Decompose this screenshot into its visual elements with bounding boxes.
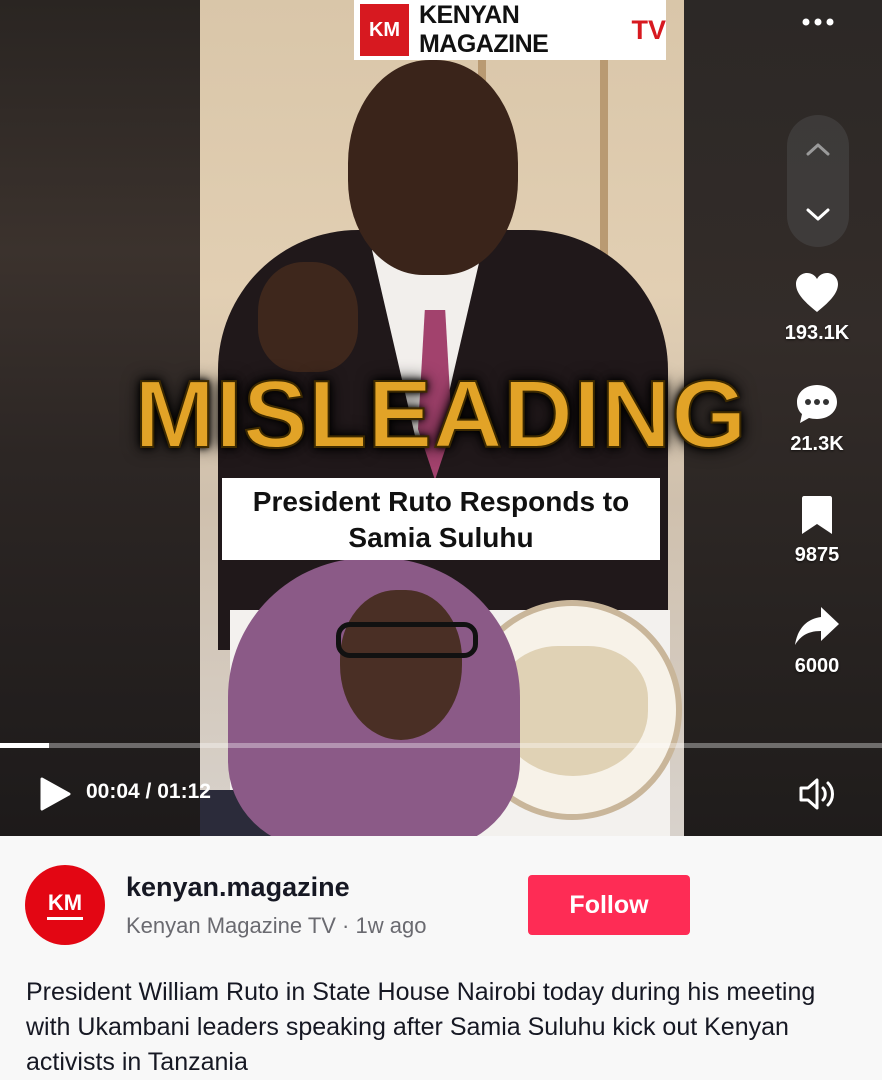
bookmark-icon [802,496,832,534]
heart-icon [796,273,838,312]
progress-bar[interactable] [0,743,882,748]
author-meta: Kenyan Magazine TV · 1w ago [126,913,427,938]
follow-button[interactable]: Follow [528,875,690,935]
volume-icon [799,778,834,810]
comment-count: 21.3K [790,433,844,455]
share-count: 6000 [794,655,840,677]
brand-suffix: TV [631,14,666,45]
avatar-logo-text: KM [46,890,84,920]
comment-icon [797,385,837,423]
play-button[interactable] [38,776,72,812]
video-player[interactable]: KM KENYAN MAGAZINE TV MISLEADING Preside… [0,0,882,836]
misleading-label: MISLEADING [134,360,748,469]
brand-logo: KM [360,4,409,56]
progress-fill [0,743,49,748]
inset-person-face [340,590,462,740]
video-navigation [787,115,849,247]
video-caption: President Ruto Responds to Samia Suluhu [222,478,660,560]
previous-video-button[interactable] [787,119,849,179]
save-button[interactable]: 9875 [777,494,857,567]
like-count: 193.1K [784,322,850,344]
like-button[interactable]: 193.1K [777,272,857,345]
play-icon [40,777,71,811]
save-count: 9875 [794,544,840,566]
more-options-button[interactable] [792,6,844,40]
more-icon [802,18,834,26]
share-button[interactable]: 6000 [777,605,857,678]
share-icon [795,607,839,645]
inset-person-glasses [336,622,478,658]
brand-name: KENYAN MAGAZINE [418,1,549,58]
video-description: President William Ruto in State House Na… [26,978,816,1076]
comment-button[interactable]: 21.3K [777,383,857,456]
author-avatar[interactable]: KM [25,865,105,945]
speaker-head [348,60,518,275]
volume-button[interactable] [798,776,838,812]
author-username[interactable]: kenyan.magazine [126,872,350,903]
next-video-button[interactable] [787,185,849,245]
channel-watermark: KM KENYAN MAGAZINE TV [354,0,666,60]
chevron-up-icon [806,143,830,156]
chevron-down-icon [806,208,830,221]
seal-emblem [498,646,648,776]
speaker-hand [258,262,358,372]
playback-time: 00:04 / 01:12 [86,780,211,803]
